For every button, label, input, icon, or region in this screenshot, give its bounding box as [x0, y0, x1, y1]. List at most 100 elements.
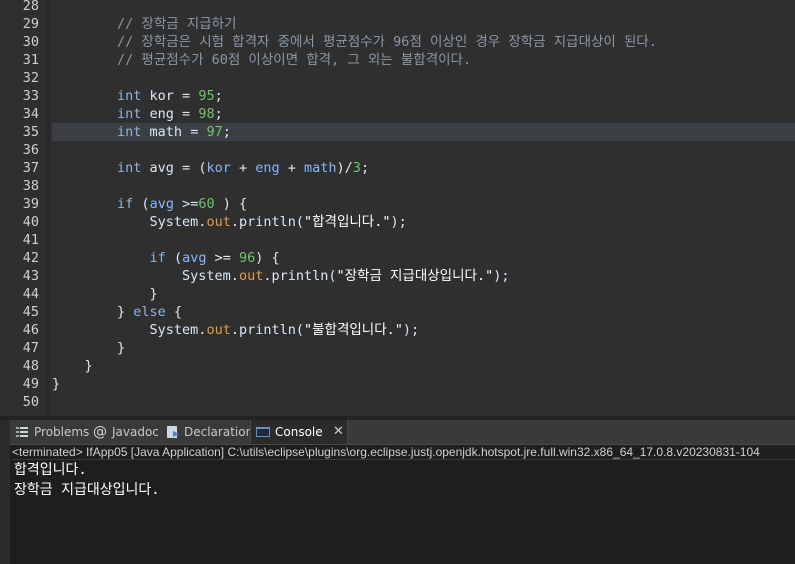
code-line[interactable]: 36 — [0, 141, 795, 159]
code-text[interactable] — [52, 231, 795, 249]
code-token: // 평균점수가 60점 이상이면 합격, 그 외는 불합격이다. — [52, 52, 472, 68]
code-line[interactable]: 33 int kor = 95; — [0, 87, 795, 105]
code-token: .println( — [230, 322, 304, 338]
tab-console-label: Console — [275, 425, 323, 439]
line-number: 31 — [22, 52, 39, 68]
code-text[interactable]: } else { — [52, 303, 795, 321]
code-text[interactable]: System.out.println("불합격입니다."); — [52, 321, 795, 339]
code-token: 95 — [198, 88, 215, 104]
code-token: kor = — [141, 88, 199, 104]
code-token: avg — [149, 196, 174, 212]
code-line[interactable]: 48 } — [0, 357, 795, 375]
code-text[interactable]: if (avg >=60 ) { — [52, 195, 795, 213]
code-token: )/ — [336, 160, 353, 176]
line-number: 32 — [22, 70, 39, 86]
code-line[interactable]: 35 int math = 97; — [0, 123, 795, 141]
line-number: 45 — [22, 304, 39, 320]
code-token: out — [206, 322, 231, 338]
code-text[interactable]: // 장학금 지급하기 — [52, 15, 795, 33]
code-token: } — [52, 304, 134, 320]
code-token: out — [206, 214, 231, 230]
code-text[interactable]: } — [52, 285, 795, 303]
code-line[interactable]: 45 } else { — [0, 303, 795, 321]
tab-declaration[interactable]: Declaration — [162, 420, 253, 444]
line-number: 40 — [22, 214, 39, 230]
code-token: 96 — [238, 250, 256, 266]
code-text[interactable]: if (avg >= 96) { — [52, 249, 795, 267]
code-token: // 장학금 지급하기 — [52, 16, 237, 32]
console-output-line: 합격입니다. — [14, 462, 87, 478]
code-line[interactable]: 39 if (avg >=60 ) { — [0, 195, 795, 213]
code-line[interactable]: 42 if (avg >= 96) { — [0, 249, 795, 267]
declaration-icon — [165, 424, 181, 440]
line-number: 28 — [22, 0, 39, 14]
at-icon: @ — [93, 424, 107, 440]
panel-tab-bar: Problems @ Javadoc Declaration Console ✕ — [10, 420, 795, 445]
code-line[interactable]: 47 } — [0, 339, 795, 357]
code-text[interactable]: int kor = 95; — [52, 87, 795, 105]
code-text[interactable]: // 평균점수가 60점 이상이면 합격, 그 외는 불합격이다. — [52, 51, 795, 69]
code-token: ( — [133, 196, 150, 212]
code-token: ; — [214, 106, 223, 122]
code-token: 97 — [206, 124, 223, 140]
code-line[interactable]: 30 // 장학금은 시험 합격자 중에서 평균점수가 96점 이상인 경우 장… — [0, 33, 795, 51]
tab-console[interactable]: Console ✕ — [250, 420, 348, 444]
code-line[interactable]: 50 — [0, 393, 795, 411]
code-line[interactable]: 31 // 평균점수가 60점 이상이면 합격, 그 외는 불합격이다. — [0, 51, 795, 69]
code-line[interactable]: 29 // 장학금 지급하기 — [0, 15, 795, 33]
code-token: "합격입니다." — [303, 214, 391, 230]
code-line[interactable]: 28 — [0, 0, 795, 15]
code-token: "불합격입니다." — [303, 322, 403, 338]
code-line[interactable]: 43 System.out.println("장학금 지급대상입니다."); — [0, 267, 795, 285]
code-editor[interactable]: 28 29 // 장학금 지급하기 30 // 장학금은 시험 합격자 중에서 평균… — [0, 0, 795, 416]
code-text[interactable] — [52, 393, 795, 411]
code-token: int — [117, 106, 142, 122]
code-text[interactable]: int avg = (kor + eng + math)/3; — [52, 159, 795, 177]
code-line[interactable]: 44 } — [0, 285, 795, 303]
code-token: if — [149, 250, 166, 266]
code-text[interactable] — [52, 141, 795, 159]
code-text[interactable]: } — [52, 357, 795, 375]
code-token: ( — [165, 250, 183, 266]
code-line[interactable]: 32 — [0, 69, 795, 87]
console-output-area[interactable]: <terminated> IfApp05 [Java Application] … — [10, 445, 795, 564]
code-line[interactable]: 38 — [0, 177, 795, 195]
tab-declaration-label: Declaration — [184, 425, 254, 439]
code-text[interactable]: System.out.println("장학금 지급대상입니다."); — [52, 267, 795, 285]
code-text[interactable]: } — [52, 339, 795, 357]
code-text[interactable]: System.out.println("합격입니다."); — [52, 213, 795, 231]
code-token: .println( — [263, 268, 337, 284]
code-token: ); — [390, 214, 407, 230]
code-line[interactable]: 40 System.out.println("합격입니다."); — [0, 213, 795, 231]
code-token: int — [117, 124, 142, 140]
close-icon[interactable]: ✕ — [333, 420, 344, 444]
code-line[interactable]: 41 — [0, 231, 795, 249]
code-token: int — [117, 88, 142, 104]
code-text[interactable]: } — [52, 375, 795, 393]
code-text[interactable]: int eng = 98; — [52, 105, 795, 123]
code-token: System. — [52, 322, 207, 338]
code-text[interactable] — [52, 177, 795, 195]
code-text[interactable]: int math = 97; — [52, 123, 795, 141]
code-line[interactable]: 34 int eng = 98; — [0, 105, 795, 123]
code-token: } — [52, 376, 61, 392]
code-token: + — [279, 160, 305, 176]
code-text[interactable] — [52, 69, 795, 87]
line-number: 34 — [22, 106, 39, 122]
line-number: 37 — [22, 160, 39, 176]
code-text[interactable]: // 장학금은 시험 합격자 중에서 평균점수가 96점 이상인 경우 장학금 … — [52, 33, 795, 51]
code-line[interactable]: 37 int avg = (kor + eng + math)/3; — [0, 159, 795, 177]
line-number: 35 — [22, 124, 39, 140]
console-icon — [255, 424, 271, 440]
code-token: ; — [214, 88, 223, 104]
code-line[interactable]: 49} — [0, 375, 795, 393]
tab-javadoc[interactable]: @ Javadoc — [90, 420, 160, 444]
code-token: if — [117, 196, 134, 212]
code-line[interactable]: 46 System.out.println("불합격입니다."); — [0, 321, 795, 339]
line-number: 42 — [22, 250, 39, 266]
code-token: else — [133, 304, 166, 320]
code-token: math — [304, 160, 337, 176]
code-text[interactable] — [52, 0, 795, 15]
tab-problems[interactable]: Problems — [10, 420, 89, 444]
